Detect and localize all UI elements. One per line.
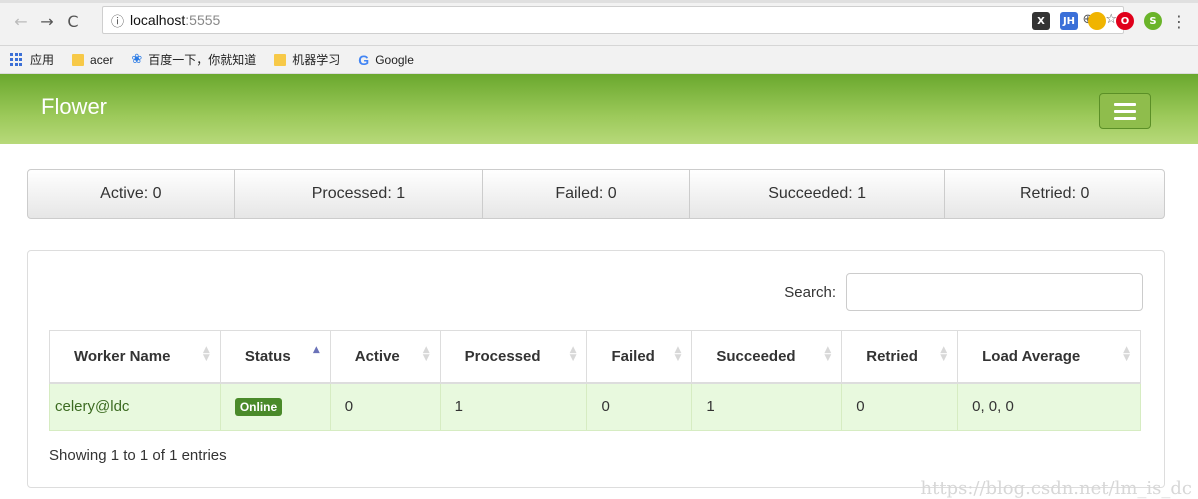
column-header-active[interactable]: Active ▲ ▼ — [329, 330, 441, 384]
load-average-cell: 0, 0, 0 — [957, 382, 1141, 431]
stat-succeeded[interactable]: Succeeded: 1 — [690, 170, 946, 218]
url-host: localhost — [130, 12, 186, 28]
url-port: :5555 — [185, 12, 221, 28]
sort-icon: ▲ ▼ — [940, 345, 948, 363]
tab-strip — [0, 0, 1198, 3]
forward-icon[interactable]: → — [34, 8, 60, 34]
sort-icon: ▲ ▼ — [202, 345, 210, 363]
worker-name-cell[interactable]: celery@ldc — [49, 382, 221, 431]
active-cell: 0 — [329, 382, 441, 431]
extension-s-icon[interactable]: S — [1144, 12, 1162, 30]
extension-opera-icon[interactable]: O — [1116, 12, 1134, 30]
extension-yellow-icon[interactable] — [1088, 12, 1106, 30]
table-row: celery@ldc Online 0 1 0 1 0 0, 0, 0 — [49, 382, 1141, 431]
nav-row: ← → C ⓘ localhost:5555 ⊞ ⊕ ☆ X JH O S ⋮ — [0, 6, 1198, 36]
sort-icon: ▲ ▼ — [569, 345, 577, 363]
sort-icon: ▲ ▼ — [674, 345, 682, 363]
column-header-load-average[interactable]: Load Average ▲ ▼ — [957, 330, 1141, 384]
sort-icon: ▲ ▼ — [824, 345, 832, 363]
stat-retried[interactable]: Retried: 0 — [945, 170, 1164, 218]
search-label: Search: — [784, 283, 836, 301]
menu-toggle-button[interactable] — [1099, 93, 1151, 129]
back-icon[interactable]: ← — [8, 8, 34, 34]
bookmark-apps[interactable]: 应用 — [10, 51, 54, 68]
browser-menu-icon[interactable]: ⋮ — [1171, 8, 1187, 34]
bookmark-google[interactable]: G Google — [358, 52, 414, 68]
stats-bar: Active: 0 Processed: 1 Failed: 0 Succeed… — [27, 169, 1165, 219]
succeeded-cell: 1 — [691, 382, 843, 431]
failed-cell: 0 — [586, 382, 693, 431]
column-header-worker-name[interactable]: Worker Name ▲ ▼ — [49, 330, 221, 384]
watermark: https://blog.csdn.net/lm_is_dc — [920, 478, 1193, 499]
sort-ascending-icon: ▲▼ — [312, 345, 320, 355]
folder-icon — [72, 53, 85, 66]
sort-icon: ▲ ▼ — [1123, 345, 1130, 363]
baidu-paw-icon: ❀ — [131, 52, 143, 67]
brand-title[interactable]: Flower — [41, 94, 107, 120]
stat-failed[interactable]: Failed: 0 — [483, 170, 690, 218]
worker-link[interactable]: celery@ldc — [55, 398, 129, 415]
bookmark-label: 机器学习 — [292, 53, 341, 67]
bookmark-label: acer — [90, 52, 114, 67]
stat-active[interactable]: Active: 0 — [28, 170, 235, 218]
processed-cell: 1 — [439, 382, 588, 431]
stat-processed[interactable]: Processed: 1 — [235, 170, 484, 218]
search-group: Search: — [784, 273, 1143, 311]
search-input[interactable] — [846, 273, 1143, 311]
column-header-retried[interactable]: Retried ▲ ▼ — [841, 330, 959, 384]
workers-table: Worker Name▲▼ Status▲▼ Active▲▼ Processe… — [49, 330, 1141, 431]
bookmarks-bar: 应用 acer ❀ 百度一下，你就知道 机器学习 G Google — [0, 46, 1198, 74]
status-badge: Online — [234, 397, 283, 416]
bookmark-baidu[interactable]: ❀ 百度一下，你就知道 — [131, 51, 256, 68]
bookmark-ml[interactable]: 机器学习 — [274, 51, 340, 68]
apps-icon — [10, 52, 24, 67]
folder-icon — [274, 53, 287, 66]
bookmark-label: Google — [375, 52, 414, 67]
table-info: Showing 1 to 1 of 1 entries — [49, 447, 227, 464]
app-navbar: Flower — [0, 74, 1198, 144]
hamburger-bar — [1114, 102, 1136, 106]
hamburger-bar — [1114, 116, 1136, 120]
column-header-processed[interactable]: Processed ▲ ▼ — [439, 330, 588, 384]
extension-jh-icon[interactable]: JH — [1060, 12, 1078, 30]
address-bar[interactable]: ⓘ localhost:5555 ⊞ ⊕ ☆ — [102, 6, 1124, 34]
site-info-icon[interactable]: ⓘ — [111, 11, 124, 30]
retried-cell: 0 — [841, 382, 959, 431]
google-icon: G — [358, 51, 370, 68]
reload-icon[interactable]: C — [60, 8, 86, 34]
bookmark-acer[interactable]: acer — [72, 53, 113, 67]
browser-toolbar: ← → C ⓘ localhost:5555 ⊞ ⊕ ☆ X JH O S ⋮ — [0, 0, 1198, 46]
bookmark-label: 应用 — [30, 53, 55, 67]
hamburger-bar — [1114, 109, 1136, 113]
workers-panel: Search: Worker Name▲▼ Status▲▼ Active▲▼ … — [27, 250, 1165, 488]
bookmark-label: 百度一下，你就知道 — [148, 53, 257, 67]
column-header-failed[interactable]: Failed ▲ ▼ — [586, 330, 693, 384]
table-header-row: Worker Name▲▼ Status▲▼ Active▲▼ Processe… — [49, 330, 1141, 384]
extensions-area: X JH O S ⋮ — [1032, 8, 1187, 34]
extension-x-icon[interactable]: X — [1032, 12, 1050, 30]
column-header-status[interactable]: Status▲▼ — [219, 330, 331, 384]
sort-icon: ▲ ▼ — [422, 345, 430, 363]
column-header-succeeded[interactable]: Succeeded ▲ ▼ — [691, 330, 843, 384]
status-cell: Online — [219, 382, 331, 431]
